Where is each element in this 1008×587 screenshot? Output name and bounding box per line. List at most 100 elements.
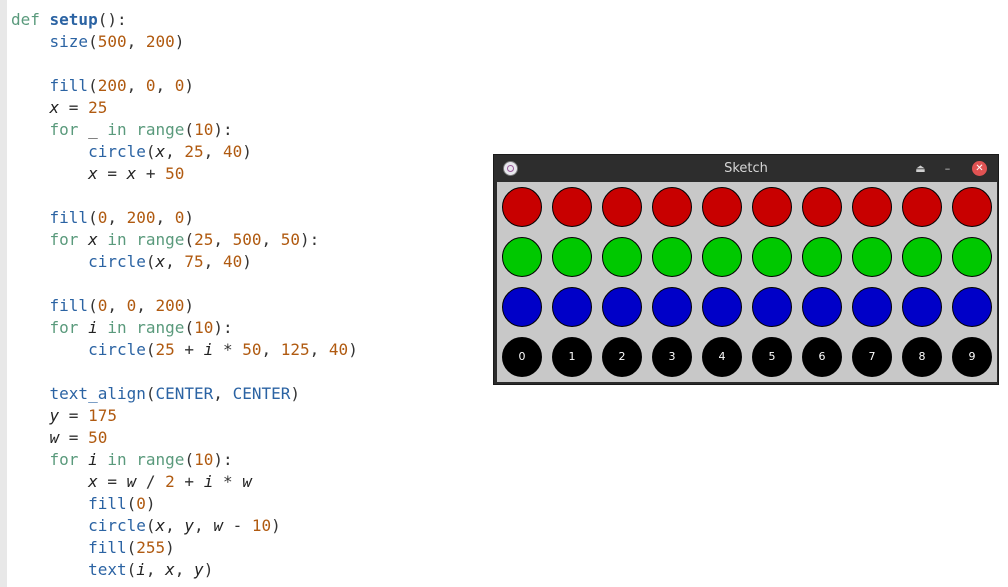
code-line[interactable]: x = w / 2 + i * w	[11, 471, 358, 493]
code-token: w	[126, 472, 137, 491]
code-token: ,	[126, 76, 146, 95]
code-line[interactable]: for i in range(10):	[11, 317, 358, 339]
sketch-window[interactable]: Sketch ⏏ – ✕ 0 1 2 3 4 5 6 7 8 9	[494, 155, 998, 384]
code-line[interactable]	[11, 53, 358, 75]
code-token: ,	[145, 560, 166, 579]
code-token: 200	[145, 32, 175, 51]
sketch-circle	[552, 187, 592, 227]
code-token: =	[59, 428, 89, 447]
code-token: )	[242, 252, 252, 271]
code-token: y	[194, 560, 204, 579]
code-line[interactable]: y = 175	[11, 405, 358, 427]
code-line[interactable]	[11, 361, 358, 383]
code-token: 25	[194, 230, 214, 249]
sketch-circle	[902, 287, 942, 327]
circle-label: 9	[968, 350, 976, 363]
code-token: )	[290, 384, 300, 403]
code-line[interactable]: size(500, 200)	[11, 31, 358, 53]
code-token: (	[88, 76, 98, 95]
code-line[interactable]: for i in range(10):	[11, 449, 358, 471]
code-line[interactable]: def setup():	[11, 9, 358, 31]
code-line[interactable]: for _ in range(10):	[11, 119, 358, 141]
code-token: (	[126, 538, 137, 557]
code-token: 0	[174, 76, 185, 95]
sketch-circle	[652, 287, 692, 327]
circle-label: 3	[668, 350, 676, 363]
code-token: x	[155, 252, 166, 271]
code-token: in	[107, 450, 127, 469]
minimize-icon[interactable]: –	[940, 161, 955, 176]
code-line[interactable]: circle(25 + i * 50, 125, 40)	[11, 339, 358, 361]
code-line[interactable]: circle(x, 75, 40)	[11, 251, 358, 273]
code-line[interactable]: text(i, x, y)	[11, 559, 358, 581]
close-icon[interactable]: ✕	[972, 161, 987, 176]
code-token: ,	[203, 142, 223, 161]
code-token: 25	[155, 340, 175, 359]
code-token: *	[213, 472, 243, 491]
code-text[interactable]: def setup(): size(500, 200) fill(200, 0,…	[11, 9, 358, 581]
code-line[interactable]: fill(0, 200, 0)	[11, 207, 358, 229]
code-token: y	[49, 406, 60, 425]
code-token: (	[145, 340, 156, 359]
code-token: fill	[88, 494, 127, 513]
code-token: x	[49, 98, 60, 117]
code-token: ,	[107, 208, 127, 227]
window-titlebar[interactable]: Sketch ⏏ – ✕	[494, 155, 998, 182]
code-token: ):	[213, 120, 233, 139]
sketch-circle	[852, 187, 892, 227]
code-line[interactable]: x = 25	[11, 97, 358, 119]
code-token: (	[126, 560, 137, 579]
code-token: i	[203, 340, 214, 359]
code-line[interactable]: for x in range(25, 500, 50):	[11, 229, 358, 251]
code-token: circle	[88, 340, 146, 359]
code-token: 200	[97, 76, 127, 95]
code-token: ,	[165, 142, 185, 161]
code-line[interactable]: w = 50	[11, 427, 358, 449]
code-token: +	[174, 472, 204, 491]
sketch-circle	[552, 287, 592, 327]
code-token: 10	[194, 318, 214, 337]
circle-label: 5	[768, 350, 776, 363]
code-token: (	[145, 142, 156, 161]
sketch-canvas[interactable]: 0 1 2 3 4 5 6 7 8 9	[497, 182, 997, 382]
code-line[interactable]	[11, 185, 358, 207]
code-token: for	[49, 120, 79, 139]
code-line[interactable]: circle(x, y, w - 10)	[11, 515, 358, 537]
code-token: for	[49, 450, 79, 469]
code-line[interactable]: fill(0, 0, 200)	[11, 295, 358, 317]
code-token: 40	[328, 340, 349, 359]
shade-icon[interactable]: ⏏	[913, 161, 928, 176]
code-line[interactable]: fill(0)	[11, 493, 358, 515]
code-line[interactable]	[11, 273, 358, 295]
code-token: fill	[88, 538, 127, 557]
code-line[interactable]: x = x + 50	[11, 163, 358, 185]
sketch-circle	[802, 187, 842, 227]
circle-label: 2	[618, 350, 626, 363]
code-line[interactable]: fill(200, 0, 0)	[11, 75, 358, 97]
code-token: =	[59, 98, 89, 117]
code-token: text_align	[49, 384, 146, 403]
code-line[interactable]: text_align(CENTER, CENTER)	[11, 383, 358, 405]
code-token: ,	[136, 296, 156, 315]
code-token: (	[88, 208, 98, 227]
code-token: )	[165, 538, 175, 557]
code-token: ,	[213, 230, 233, 249]
code-line[interactable]: circle(x, 25, 40)	[11, 141, 358, 163]
sketch-circle	[902, 187, 942, 227]
sketch-circle	[702, 287, 742, 327]
code-token: circle	[88, 142, 146, 161]
code-token: 0	[97, 296, 108, 315]
code-line[interactable]: fill(255)	[11, 537, 358, 559]
circle-label: 1	[568, 350, 576, 363]
code-token: (	[184, 120, 195, 139]
sketch-circle	[502, 287, 542, 327]
sketch-circle	[752, 187, 792, 227]
